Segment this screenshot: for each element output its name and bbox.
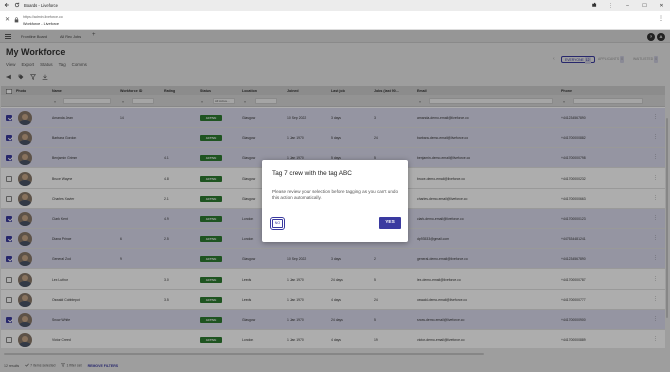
- extensions-icon[interactable]: [585, 2, 602, 10]
- url-text[interactable]: https://admin.liveforce.co: [23, 15, 63, 19]
- yes-button[interactable]: YES: [379, 217, 401, 229]
- browser-menu-icon[interactable]: ⋮: [602, 3, 619, 9]
- dialog-body: Please review your selection before tagg…: [272, 189, 399, 200]
- no-button[interactable]: NO: [270, 217, 285, 230]
- minimize-icon[interactable]: –: [619, 3, 636, 9]
- close-icon[interactable]: ✕: [5, 16, 10, 23]
- reload-icon[interactable]: [14, 2, 20, 9]
- back-arrow-icon[interactable]: [4, 2, 10, 9]
- lock-icon[interactable]: [14, 17, 19, 24]
- address-bar: ✕ https://admin.liveforce.co Workforce -…: [0, 11, 670, 30]
- maximize-icon[interactable]: ☐: [636, 3, 653, 9]
- dialog-title: Tag 7 crew with the tag ABC: [272, 170, 352, 177]
- browser-tab-title: Boards - Liveforce: [24, 3, 58, 8]
- close-window-icon[interactable]: ✕: [653, 3, 670, 9]
- tag-confirm-dialog: Tag 7 crew with the tag ABC Please revie…: [262, 160, 408, 242]
- browser-titlebar: Boards - Liveforce ⋮ – ☐ ✕: [0, 0, 670, 11]
- page-title-text: Workforce - Liveforce: [23, 21, 60, 26]
- more-options-icon[interactable]: ⋮: [658, 15, 664, 22]
